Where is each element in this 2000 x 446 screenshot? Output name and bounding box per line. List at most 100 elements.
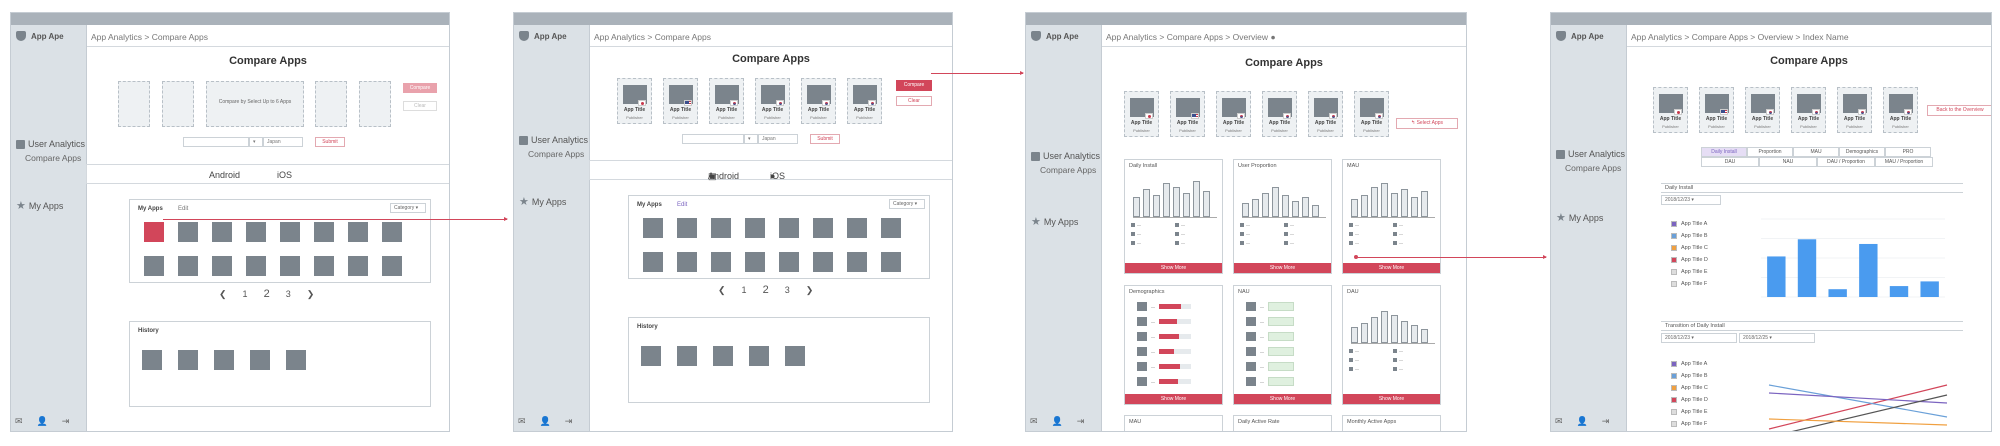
mail-icon[interactable]: ✉ [1030, 416, 1038, 427]
user-icon[interactable]: 👤 [540, 416, 551, 427]
selected-app[interactable]: App Title Publisher [1883, 87, 1918, 133]
prev-page-icon[interactable]: ❮ [718, 285, 726, 296]
selected-app[interactable]: App Title Publisher [1216, 91, 1251, 137]
sidebar-item-compare-apps[interactable]: Compare Apps [1040, 165, 1096, 175]
app-icon[interactable] [847, 252, 867, 272]
logout-icon[interactable]: ⇥ [62, 416, 70, 427]
app-icon[interactable] [314, 222, 334, 242]
page-3[interactable]: 3 [286, 289, 291, 299]
legend-item[interactable]: App Title B [1671, 373, 1708, 379]
bar-2[interactable] [1797, 239, 1817, 297]
os-dropdown-icon[interactable]: ▾ [744, 134, 758, 144]
app-slot-empty[interactable] [118, 81, 150, 127]
ios-tab[interactable]: iOS [277, 170, 292, 180]
tab-daily-install[interactable]: Daily Install [1701, 147, 1747, 157]
bar-5[interactable] [1889, 286, 1909, 297]
selected-app[interactable]: App Title Publisher [1354, 91, 1389, 137]
app-icon[interactable] [348, 222, 368, 242]
legend-item[interactable]: App Title F [1671, 421, 1708, 427]
tab-nau[interactable]: NAU [1759, 157, 1817, 167]
app-icon[interactable] [677, 346, 697, 366]
user-icon[interactable]: 👤 [37, 416, 48, 427]
end-date-select[interactable]: 2018/12/25 ▾ [1739, 333, 1815, 343]
start-date-select[interactable]: 2018/12/23 ▾ [1661, 333, 1737, 343]
date-select[interactable]: 2018/12/23 ▾ [1661, 195, 1721, 205]
sidebar-item-user-analytics[interactable]: User Analytics [1556, 149, 1625, 159]
os-dropdown-icon[interactable]: ▾ [249, 137, 263, 147]
legend-item[interactable]: App Title E [1671, 269, 1708, 275]
app-icon[interactable] [745, 218, 765, 238]
legend-item[interactable]: App Title A [1671, 221, 1708, 227]
app-icon[interactable] [280, 256, 300, 276]
category-select[interactable]: Category ▾ [889, 199, 925, 209]
app-icon[interactable] [286, 350, 306, 370]
sidebar-item-compare-apps[interactable]: Compare Apps [1565, 163, 1621, 173]
app-icon[interactable] [881, 252, 901, 272]
legend-item[interactable]: App Title C [1671, 245, 1708, 251]
clear-button[interactable]: Clear [403, 101, 437, 111]
submit-button[interactable]: Submit [315, 137, 345, 147]
app-icon[interactable] [212, 256, 232, 276]
page-2[interactable]: 2 [763, 284, 769, 296]
tab-dau[interactable]: DAU [1701, 157, 1759, 167]
selected-app[interactable]: App Title Publisher [1308, 91, 1343, 137]
sidebar-item-compare-apps[interactable]: Compare Apps [528, 149, 584, 159]
select-apps-button[interactable]: ↰ Select Apps [1396, 118, 1458, 129]
selected-app[interactable]: App Title Publisher [1699, 87, 1734, 133]
country-select[interactable]: Japan [758, 134, 798, 144]
app-icon[interactable] [677, 252, 697, 272]
legend-item[interactable]: App Title A [1671, 361, 1708, 367]
app-slot-empty[interactable] [315, 81, 347, 127]
legend-item[interactable]: App Title D [1671, 257, 1708, 263]
legend-item[interactable]: App Title C [1671, 385, 1708, 391]
sidebar-item-my-apps[interactable]: ★ My Apps [16, 199, 63, 212]
show-more-button[interactable]: Show More [1343, 263, 1440, 273]
legend-item[interactable]: App Title F [1671, 281, 1708, 287]
app-icon[interactable] [212, 222, 232, 242]
selected-app[interactable]: App Title Publisher [755, 78, 790, 124]
legend-item[interactable]: App Title E [1671, 409, 1708, 415]
android-tab[interactable]: Android [209, 170, 240, 180]
logout-icon[interactable]: ⇥ [1077, 416, 1085, 427]
app-icon[interactable] [643, 252, 663, 272]
bar-4[interactable] [1859, 243, 1878, 297]
app-icon[interactable] [250, 350, 270, 370]
app-icon-selected[interactable] [144, 222, 164, 242]
brand[interactable]: App Ape [1031, 29, 1079, 43]
selected-app[interactable]: App Title Publisher [617, 78, 652, 124]
app-slot-empty[interactable] [359, 81, 391, 127]
show-more-button[interactable]: Show More [1234, 394, 1331, 404]
logout-icon[interactable]: ⇥ [1602, 416, 1610, 427]
page-2[interactable]: 2 [264, 288, 270, 300]
compare-button[interactable]: Compare [896, 80, 932, 91]
brand[interactable]: App Ape [1556, 29, 1604, 43]
tab-pro[interactable]: PRO [1885, 147, 1931, 157]
app-icon[interactable] [749, 346, 769, 366]
app-icon[interactable] [142, 350, 162, 370]
bar-3[interactable] [1828, 289, 1847, 297]
compare-button[interactable]: Compare [403, 83, 437, 93]
mail-icon[interactable]: ✉ [1555, 416, 1563, 427]
mail-icon[interactable]: ✉ [15, 416, 23, 427]
app-icon[interactable] [881, 218, 901, 238]
app-icon[interactable] [178, 350, 198, 370]
app-icon[interactable] [178, 222, 198, 242]
sidebar-item-my-apps[interactable]: ★ My Apps [1556, 211, 1603, 224]
next-page-icon[interactable]: ❯ [806, 285, 814, 296]
tab-mau-proportion[interactable]: MAU / Proportion [1875, 157, 1933, 167]
show-more-button[interactable]: Show More [1125, 394, 1222, 404]
selected-app[interactable]: App Title Publisher [1170, 91, 1205, 137]
app-icon[interactable] [178, 256, 198, 276]
tab-dau-proportion[interactable]: DAU / Proportion [1817, 157, 1875, 167]
search-input[interactable] [682, 134, 744, 144]
app-icon[interactable] [779, 252, 799, 272]
app-icon[interactable] [847, 218, 867, 238]
show-more-button[interactable]: Show More [1343, 394, 1440, 404]
page-3[interactable]: 3 [785, 285, 790, 295]
app-icon[interactable] [785, 346, 805, 366]
sidebar-item-my-apps[interactable]: ★ My Apps [519, 195, 566, 208]
brand[interactable]: App Ape [519, 29, 567, 43]
tab-mau[interactable]: MAU [1793, 147, 1839, 157]
sidebar-item-user-analytics[interactable]: User Analytics [16, 139, 85, 149]
bar-1[interactable] [1767, 256, 1786, 297]
